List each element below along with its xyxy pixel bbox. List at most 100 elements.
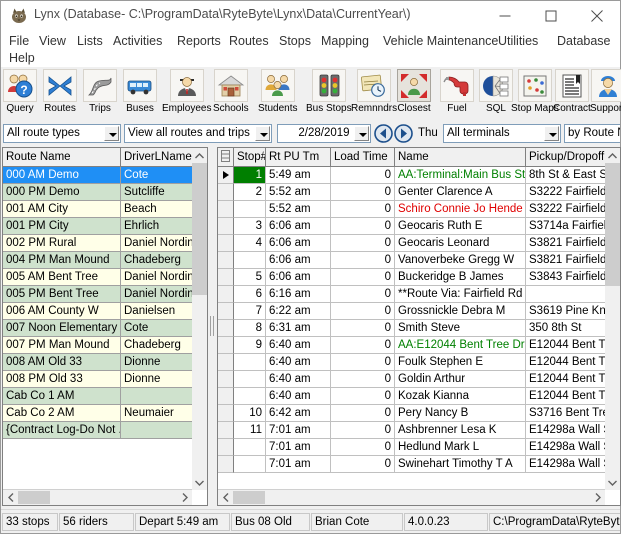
cell-rt-pu-tm[interactable]: 6:06 am <box>266 269 331 286</box>
cell-load-time[interactable]: 0 <box>331 405 395 422</box>
cell-route-name[interactable]: 008 AM Old 33 <box>3 354 121 371</box>
cell-load-time[interactable]: 0 <box>331 371 395 388</box>
cell-stop-num[interactable] <box>234 201 266 218</box>
toolbar-button-employees[interactable]: Employees <box>162 69 211 114</box>
cell-route-name[interactable]: 008 PM Old 33 <box>3 371 121 388</box>
cell-stop-num[interactable] <box>234 388 266 405</box>
cell-route-name[interactable]: Cab Co 2 AM <box>3 405 121 422</box>
table-row[interactable]: 6:40 am 0 Foulk Stephen E E12044 Bent Tre <box>218 354 608 371</box>
cell-name[interactable]: Vanoverbeke Gregg W <box>395 252 526 269</box>
row-selector[interactable] <box>218 303 234 320</box>
cell-pickup-dropoff[interactable]: 350 8th St <box>526 320 608 337</box>
toolbar-button-fuel[interactable]: Fuel <box>440 69 474 114</box>
toolbar-button-reminders[interactable]: Remnndrs <box>351 69 397 114</box>
routes-grid-hscroll-thumb[interactable] <box>18 491 50 504</box>
cell-route-name[interactable]: Cab Co 1 AM <box>3 388 121 405</box>
cell-driver-lname[interactable]: Daniel Nordins <box>121 269 194 286</box>
cell-rt-pu-tm[interactable]: 5:52 am <box>266 184 331 201</box>
cell-rt-pu-tm[interactable]: 7:01 am <box>266 422 331 439</box>
maximize-button[interactable] <box>528 1 574 31</box>
scroll-up-icon[interactable] <box>605 148 620 163</box>
cell-rt-pu-tm[interactable]: 6:42 am <box>266 405 331 422</box>
table-row[interactable]: 1 5:49 am 0 AA:Terminal:Main Bus St... 8th S… <box>218 167 608 184</box>
scroll-up-icon[interactable] <box>192 148 207 163</box>
row-selector[interactable] <box>218 184 234 201</box>
cell-rt-pu-tm[interactable]: 7:01 am <box>266 439 331 456</box>
cell-load-time[interactable]: 0 <box>331 422 395 439</box>
toolbar-button-contract[interactable]: Contract <box>553 69 591 114</box>
cell-driver-lname[interactable] <box>121 422 194 439</box>
row-selector[interactable] <box>218 269 234 286</box>
cell-driver-lname[interactable]: Dionne <box>121 354 194 371</box>
cell-load-time[interactable]: 0 <box>331 218 395 235</box>
cell-route-name[interactable]: 005 PM Bent Tree <box>3 286 121 303</box>
cell-stop-num[interactable]: 3 <box>234 218 266 235</box>
toolbar-button-bus-stops[interactable]: Bus Stops <box>306 69 352 114</box>
cell-name[interactable]: Grossnickle Debra M <box>395 303 526 320</box>
cell-name[interactable]: Ashbrenner Lesa K <box>395 422 526 439</box>
cell-route-name[interactable]: 004 PM Man Mound <box>3 252 121 269</box>
table-row[interactable]: 001 AM City Beach <box>3 201 194 218</box>
cell-rt-pu-tm[interactable]: 7:01 am <box>266 456 331 473</box>
scroll-down-icon[interactable] <box>192 475 207 490</box>
next-day-button[interactable] <box>394 124 413 143</box>
cell-rt-pu-tm[interactable]: 6:16 am <box>266 286 331 303</box>
cell-route-name[interactable]: 002 PM Rural <box>3 235 121 252</box>
cell-route-name[interactable]: 007 PM Man Mound <box>3 337 121 354</box>
cell-load-time[interactable]: 0 <box>331 201 395 218</box>
scroll-right-icon[interactable] <box>177 490 192 505</box>
routes-grid[interactable]: Route Name DriverLName 000 AM Demo Cote 00… <box>2 147 208 506</box>
cell-name[interactable]: AA:Terminal:Main Bus St... <box>395 167 526 184</box>
cell-load-time[interactable]: 0 <box>331 354 395 371</box>
routes-grid-hscrollbar[interactable] <box>3 489 192 505</box>
cell-driver-lname[interactable]: Chadeberg <box>121 252 194 269</box>
scroll-left-icon[interactable] <box>218 490 233 505</box>
cell-rt-pu-tm[interactable]: 6:06 am <box>266 218 331 235</box>
cell-name[interactable]: Kozak Kianna <box>395 388 526 405</box>
table-row[interactable]: 005 AM Bent Tree Daniel Nordins <box>3 269 194 286</box>
prev-day-button[interactable] <box>374 124 393 143</box>
stops-grid[interactable]: Stop# Rt PU Tm Load Time Name Pickup/Dro… <box>217 147 621 506</box>
cell-pickup-dropoff[interactable]: E14298a Wall S <box>526 456 608 473</box>
cell-stop-num[interactable] <box>234 252 266 269</box>
cell-load-time[interactable]: 0 <box>331 456 395 473</box>
table-row[interactable]: 005 PM Bent Tree Daniel Nordins <box>3 286 194 303</box>
cell-rt-pu-tm[interactable]: 5:52 am <box>266 201 331 218</box>
row-selector[interactable] <box>218 354 234 371</box>
cell-load-time[interactable]: 0 <box>331 269 395 286</box>
toolbar-button-sql[interactable]: SQL <box>479 69 513 114</box>
toolbar-button-closest[interactable]: Closest <box>397 69 431 114</box>
cell-driver-lname[interactable]: Daniel Nordins <box>121 286 194 303</box>
cell-driver-lname[interactable]: Danielsen <box>121 303 194 320</box>
table-row[interactable]: 004 PM Man Mound Chadeberg <box>3 252 194 269</box>
menu-utilities[interactable]: Utilities <box>498 34 538 48</box>
table-row[interactable]: 2 5:52 am 0 Genter Clarence A S3222 Fairfiel… <box>218 184 608 201</box>
cell-pickup-dropoff[interactable]: S3843 Fairfield F <box>526 269 608 286</box>
cell-stop-num[interactable]: 10 <box>234 405 266 422</box>
cell-route-name[interactable]: {Contract Log-Do Not ... <box>3 422 121 439</box>
cell-name[interactable]: Geocaris Ruth E <box>395 218 526 235</box>
close-button[interactable] <box>574 1 620 31</box>
cell-load-time[interactable]: 0 <box>331 184 395 201</box>
stops-grid-hscrollbar[interactable] <box>218 489 605 505</box>
cell-driver-lname[interactable]: Cote <box>121 167 194 184</box>
cell-stop-num[interactable]: 7 <box>234 303 266 320</box>
cell-rt-pu-tm[interactable]: 6:40 am <box>266 354 331 371</box>
table-row[interactable]: 11 7:01 am 0 Ashbrenner Lesa K E14298a Wall … <box>218 422 608 439</box>
table-row[interactable]: 8 6:31 am 0 Smith Steve 350 8th St <box>218 320 608 337</box>
grid-splitter[interactable] <box>208 146 216 506</box>
cell-name[interactable]: Genter Clarence A <box>395 184 526 201</box>
record-selector-icon[interactable] <box>218 148 234 166</box>
cell-pickup-dropoff[interactable]: S3222 Fairfield F <box>526 201 608 218</box>
table-row[interactable]: Cab Co 2 AM Neumaier <box>3 405 194 422</box>
row-selector[interactable] <box>218 252 234 269</box>
cell-name[interactable]: Buckeridge B James <box>395 269 526 286</box>
sort-dropdown[interactable]: by Route Nam <box>564 124 620 143</box>
column-header-rt-pu-tm[interactable]: Rt PU Tm <box>266 148 331 166</box>
cell-stop-num[interactable]: 5 <box>234 269 266 286</box>
route-type-dropdown[interactable]: All route types <box>3 124 121 143</box>
scroll-down-icon[interactable] <box>605 475 620 490</box>
column-header-name[interactable]: Name <box>395 148 526 166</box>
column-header-route-name[interactable]: Route Name <box>3 148 121 166</box>
date-dropdown[interactable]: 2/28/2019 <box>277 124 371 143</box>
